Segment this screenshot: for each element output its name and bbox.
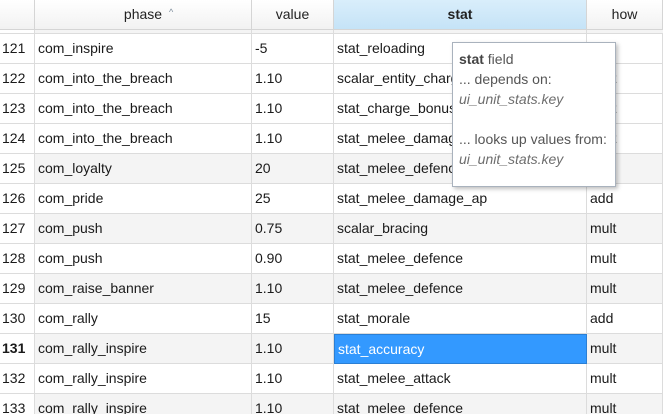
table-row[interactable]: 126 com_pride 25 stat_melee_damage_ap ad… xyxy=(0,184,663,214)
row-number-header[interactable] xyxy=(0,0,35,30)
cell-stat[interactable]: stat_melee_defence xyxy=(334,244,587,274)
cell-value[interactable]: 1.10 xyxy=(252,364,334,394)
field-tooltip: stat field ... depends on: ui_unit_stats… xyxy=(452,42,616,187)
cell-how[interactable]: mult xyxy=(587,394,663,414)
table-row[interactable]: 128 com_push 0.90 stat_melee_defence mul… xyxy=(0,244,663,274)
cell-how[interactable]: mult xyxy=(587,334,663,364)
cell-value[interactable]: 25 xyxy=(252,184,334,214)
cell-phase[interactable]: com_push xyxy=(35,244,252,274)
cell-how[interactable]: add xyxy=(587,304,663,334)
cell-value[interactable]: 0.75 xyxy=(252,214,334,244)
column-header-phase-label: phase xyxy=(123,6,163,22)
table-row[interactable]: 130 com_rally 15 stat_morale add xyxy=(0,304,663,334)
cell-phase[interactable]: com_push xyxy=(35,214,252,244)
cell-phase[interactable]: com_rally_inspire xyxy=(35,334,252,364)
cell-how[interactable]: mult xyxy=(587,244,663,274)
sort-indicator-icon: ^ xyxy=(169,7,174,17)
cell-value[interactable]: 15 xyxy=(252,304,334,334)
cell-phase[interactable]: com_into_the_breach xyxy=(35,124,252,154)
cell-value[interactable]: 1.10 xyxy=(252,274,334,304)
column-header-value[interactable]: value xyxy=(252,0,334,30)
row-number[interactable]: 131 xyxy=(0,334,35,364)
table-row[interactable]: 127 com_push 0.75 scalar_bracing mult xyxy=(0,214,663,244)
cell-value[interactable]: 1.10 xyxy=(252,334,334,364)
row-number[interactable]: 121 xyxy=(0,34,35,64)
row-number[interactable]: 124 xyxy=(0,124,35,154)
row-number[interactable]: 122 xyxy=(0,64,35,94)
row-number[interactable]: 133 xyxy=(0,394,35,414)
column-header-how[interactable]: how xyxy=(587,0,663,30)
cell-stat[interactable]: stat_melee_damage_ap xyxy=(334,184,587,214)
table-row[interactable]: 132 com_rally_inspire 1.10 stat_melee_at… xyxy=(0,364,663,394)
row-number[interactable]: 126 xyxy=(0,184,35,214)
table-row[interactable]: 129 com_raise_banner 1.10 stat_melee_def… xyxy=(0,274,663,304)
tooltip-lookup-label: ... looks up values from: xyxy=(459,131,607,147)
row-number[interactable]: 132 xyxy=(0,364,35,394)
cell-phase[interactable]: com_into_the_breach xyxy=(35,94,252,124)
cell-phase[interactable]: com_rally xyxy=(35,304,252,334)
column-header-how-label: how xyxy=(611,6,638,22)
tooltip-title: stat field xyxy=(459,49,609,69)
cell-how[interactable]: mult xyxy=(587,274,663,304)
row-number[interactable]: 127 xyxy=(0,214,35,244)
cell-value[interactable]: 1.10 xyxy=(252,124,334,154)
cell-phase[interactable]: com_rally_inspire xyxy=(35,394,252,414)
cell-value[interactable]: 20 xyxy=(252,154,334,184)
cell-phase[interactable]: com_pride xyxy=(35,184,252,214)
tooltip-depends-label: ... depends on: xyxy=(459,71,552,87)
row-number[interactable]: 128 xyxy=(0,244,35,274)
row-number[interactable]: 129 xyxy=(0,274,35,304)
cell-value[interactable]: 1.10 xyxy=(252,64,334,94)
row-number[interactable]: 130 xyxy=(0,304,35,334)
cell-phase[interactable]: com_loyalty xyxy=(35,154,252,184)
row-number[interactable]: 123 xyxy=(0,94,35,124)
column-header-value-label: value xyxy=(275,6,310,22)
table-row[interactable]: 133 com_rally_inspire 1.10 stat_melee_de… xyxy=(0,394,663,414)
cell-value[interactable]: 1.10 xyxy=(252,94,334,124)
column-header-stat[interactable]: stat xyxy=(334,0,587,30)
cell-value[interactable]: 0.90 xyxy=(252,244,334,274)
tooltip-field-word: field xyxy=(483,51,514,67)
cell-phase[interactable]: com_inspire xyxy=(35,34,252,64)
cell-value[interactable]: -5 xyxy=(252,34,334,64)
row-number[interactable]: 125 xyxy=(0,154,35,184)
cell-phase[interactable]: com_into_the_breach xyxy=(35,64,252,94)
cell-stat-selected[interactable]: stat_accuracy xyxy=(334,334,587,364)
cell-how[interactable]: add xyxy=(587,184,663,214)
cell-how[interactable]: mult xyxy=(587,214,663,244)
cell-phase[interactable]: com_rally_inspire xyxy=(35,364,252,394)
tooltip-field-name: stat xyxy=(459,51,484,67)
cell-how[interactable]: mult xyxy=(587,364,663,394)
tooltip-depends-key: ui_unit_stats.key xyxy=(459,91,564,107)
cell-value[interactable]: 1.10 xyxy=(252,394,334,414)
table-row-current[interactable]: 131 com_rally_inspire 1.10 stat_accuracy… xyxy=(0,334,663,364)
cell-stat[interactable]: scalar_bracing xyxy=(334,214,587,244)
cell-phase[interactable]: com_raise_banner xyxy=(35,274,252,304)
cell-stat[interactable]: stat_melee_defence xyxy=(334,274,587,304)
column-header-phase[interactable]: ^ phase xyxy=(35,0,252,30)
data-table: ^ phase value stat how 121 com_inspire -… xyxy=(0,0,663,414)
cell-stat[interactable]: stat_morale xyxy=(334,304,587,334)
table-header: ^ phase value stat how xyxy=(0,0,663,30)
column-header-stat-label: stat xyxy=(447,6,473,22)
cell-stat[interactable]: stat_melee_defence xyxy=(334,394,587,414)
tooltip-lookup-key: ui_unit_stats.key xyxy=(459,151,564,167)
cell-stat[interactable]: stat_melee_attack xyxy=(334,364,587,394)
